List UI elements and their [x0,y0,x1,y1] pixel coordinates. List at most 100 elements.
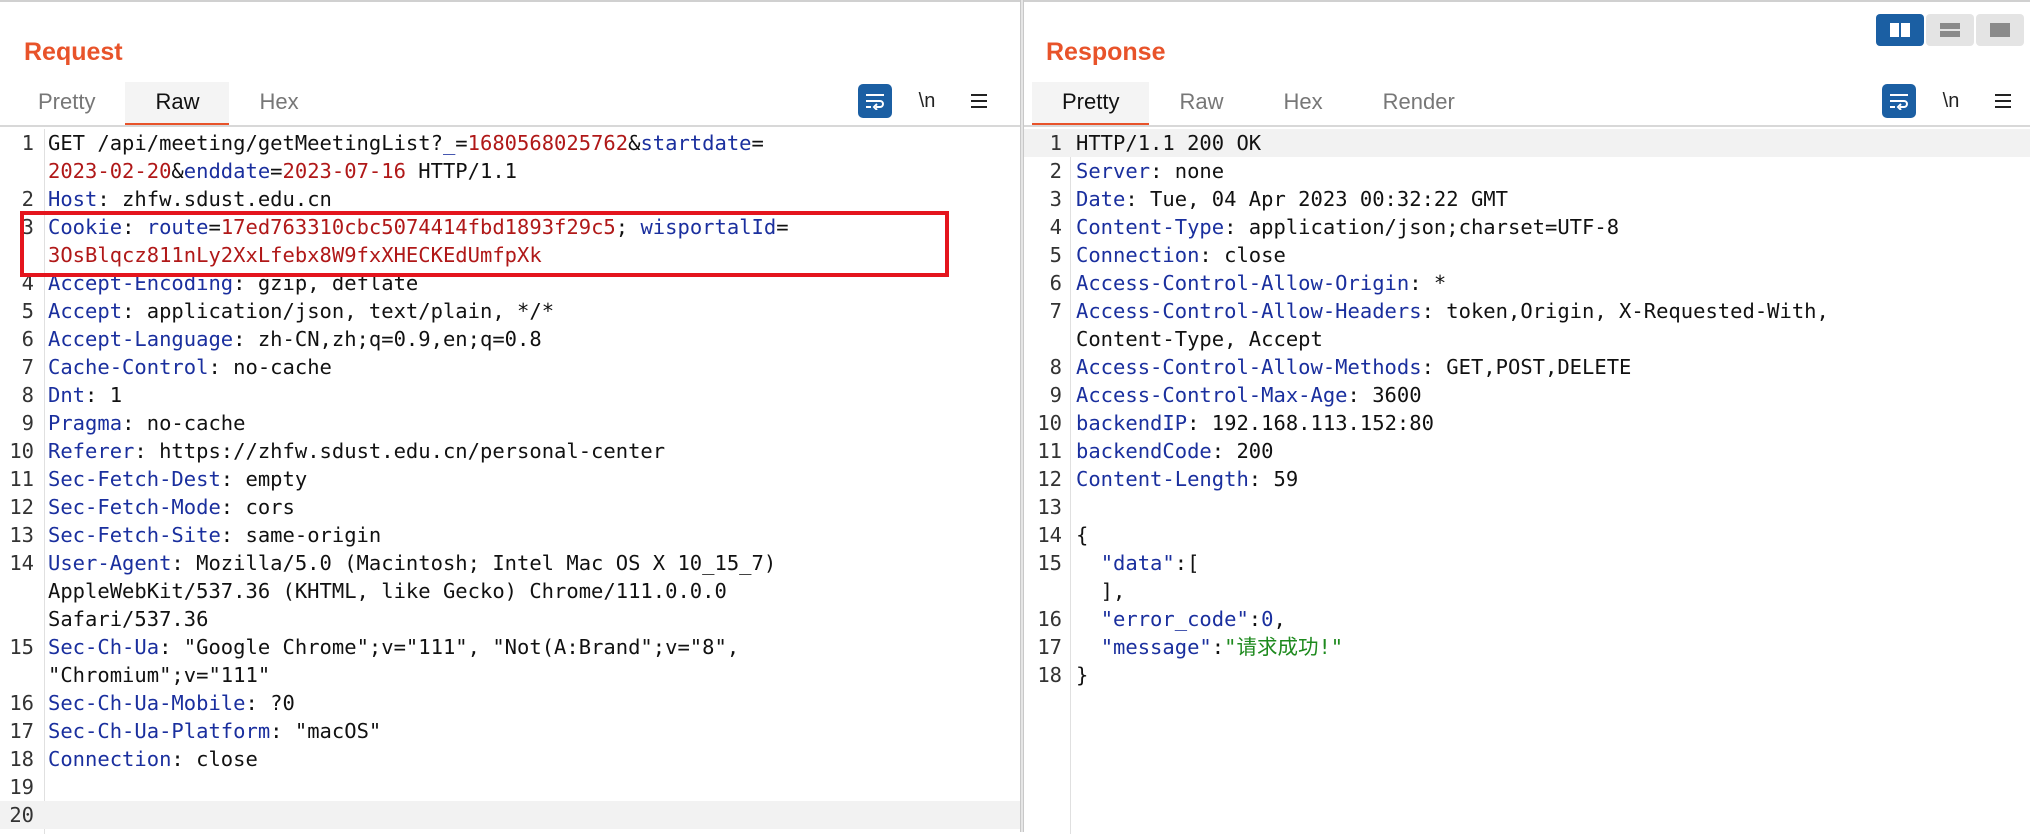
line-content: Referer: https://zhfw.sdust.edu.cn/perso… [40,437,1020,465]
code-token: : same-origin [220,523,382,547]
code-line: 6 Accept-Language: zh-CN,zh;q=0.9,en;q=0.… [0,325,1020,353]
code-token: Referer [48,439,135,463]
code-token: "data" [1100,551,1175,575]
code-line: 7 Cache-Control: no-cache [0,353,1020,381]
line-content: Accept: application/json, text/plain, */… [40,297,1020,325]
code-line: 12 Content-Length: 59 [1024,465,2030,493]
line-content: Connection: close [1068,241,2030,269]
code-token: Host [48,187,98,211]
menu-icon[interactable] [1986,84,2020,118]
tab-hex[interactable]: Hex [229,82,328,126]
line-row [1076,493,2030,521]
line-row: Host: zhfw.sdust.edu.cn [48,185,1020,213]
code-token: Date [1076,187,1126,211]
tab-hex[interactable]: Hex [1253,82,1352,126]
tab-pretty[interactable]: Pretty [1032,82,1150,126]
code-line: 11 Sec-Fetch-Dest: empty [0,465,1020,493]
tab-render[interactable]: Render [1353,82,1485,126]
line-content: Content-Length: 59 [1068,465,2030,493]
word-wrap-icon[interactable] [1882,84,1916,118]
show-newlines-button[interactable]: \n [1934,84,1968,118]
code-token: GET /api/meeting/getMeetingList? [48,131,443,155]
line-content: Access-Control-Allow-Headers: token,Orig… [1068,297,2030,353]
code-token: { [1076,523,1089,547]
code-token: Content-Type, Accept [1076,327,1323,351]
line-row: Sec-Fetch-Site: same-origin [48,521,1020,549]
line-row: Access-Control-Allow-Headers: token,Orig… [1076,297,2030,325]
line-row: HTTP/1.1 200 OK [1076,129,2030,157]
code-token: ], [1076,579,1126,603]
code-line: 6 Access-Control-Allow-Origin: * [1024,269,2030,297]
code-token: : ?0 [245,691,295,715]
code-token: Cache-Control [48,355,209,379]
line-number: 14 [9,551,34,575]
code-token: "请求成功!" [1224,635,1344,659]
line-number: 18 [1037,663,1062,687]
code-line: 20 [0,801,1020,829]
code-line: 9 Access-Control-Max-Age: 3600 [1024,381,2030,409]
line-content: Sec-Ch-Ua: "Google Chrome";v="111", "Not… [40,633,1020,689]
tab-pretty[interactable]: Pretty [8,82,125,126]
code-line: 3 Date: Tue, 04 Apr 2023 00:32:22 GMT [1024,185,2030,213]
code-token: : https://zhfw.sdust.edu.cn/personal-cen… [134,439,666,463]
line-number: 12 [1037,467,1062,491]
line-row: Cache-Control: no-cache [48,353,1020,381]
line-row: Accept-Language: zh-CN,zh;q=0.9,en;q=0.8 [48,325,1020,353]
tab-raw[interactable]: Raw [125,82,230,126]
line-row: Sec-Fetch-Mode: cors [48,493,1020,521]
line-content: Sec-Ch-Ua-Platform: "macOS" [40,717,1020,745]
response-editor[interactable]: 1 HTTP/1.1 200 OK 2 Server: none 3 Date: Tue,… [1024,129,2030,834]
code-token: } [1076,663,1089,687]
line-number: 1 [1049,131,1062,155]
code-token: Access-Control-Allow-Origin [1076,271,1410,295]
line-content [1068,493,2030,521]
line-row: ], [1076,577,2030,605]
tab-raw[interactable]: Raw [1149,82,1253,126]
line-row: GET /api/meeting/getMeetingList?_=168056… [48,129,1020,157]
split-vertical-icon[interactable] [1926,14,1974,46]
code-token: : GET,POST,DELETE [1421,355,1632,379]
line-row: "message":"请求成功!" [1076,633,2030,661]
line-number: 16 [1037,607,1062,631]
code-token: 2023-02-20 [48,159,172,183]
code-token: : no-cache [208,355,332,379]
code-line: 18 Connection: close [0,745,1020,773]
menu-icon[interactable] [962,84,996,118]
line-row: Server: none [1076,157,2030,185]
line-content: Dnt: 1 [40,381,1020,409]
code-token: Connection [48,747,172,771]
line-row: AppleWebKit/537.36 (KHTML, like Gecko) C… [48,577,1020,605]
line-row: Dnt: 1 [48,381,1020,409]
single-pane-icon[interactable] [1976,14,2024,46]
code-token: : [1211,635,1225,659]
code-token: : no-cache [122,411,246,435]
line-row: backendCode: 200 [1076,437,2030,465]
split-horizontal-icon[interactable] [1876,14,1924,46]
code-token: Content-Type [1076,215,1225,239]
code-token: "message" [1100,635,1212,659]
code-line: 16 Sec-Ch-Ua-Mobile: ?0 [0,689,1020,717]
code-token: AppleWebKit/537.36 (KHTML, like Gecko) C… [48,579,727,603]
line-content: Cache-Control: no-cache [40,353,1020,381]
line-content: Pragma: no-cache [40,409,1020,437]
code-token: : application/json, text/plain, */* [122,299,555,323]
line-content: Date: Tue, 04 Apr 2023 00:32:22 GMT [1068,185,2030,213]
line-row: Safari/537.36 [48,605,1020,633]
code-line: 19 [0,773,1020,801]
show-newlines-button[interactable]: \n [910,84,944,118]
line-content: Accept-Language: zh-CN,zh;q=0.9,en;q=0.8 [40,325,1020,353]
line-content [40,801,1020,829]
line-content: Access-Control-Max-Age: 3600 [1068,381,2030,409]
line-number: 15 [9,635,34,659]
line-number: 9 [21,411,34,435]
line-number: 11 [9,467,34,491]
word-wrap-icon[interactable] [858,84,892,118]
code-token: = [751,131,764,155]
line-number: 5 [21,299,34,323]
line-row: backendIP: 192.168.113.152:80 [1076,409,2030,437]
line-number: 6 [21,327,34,351]
code-token: backendIP [1076,411,1188,435]
code-token: 0 [1261,607,1274,631]
line-number: 8 [21,383,34,407]
